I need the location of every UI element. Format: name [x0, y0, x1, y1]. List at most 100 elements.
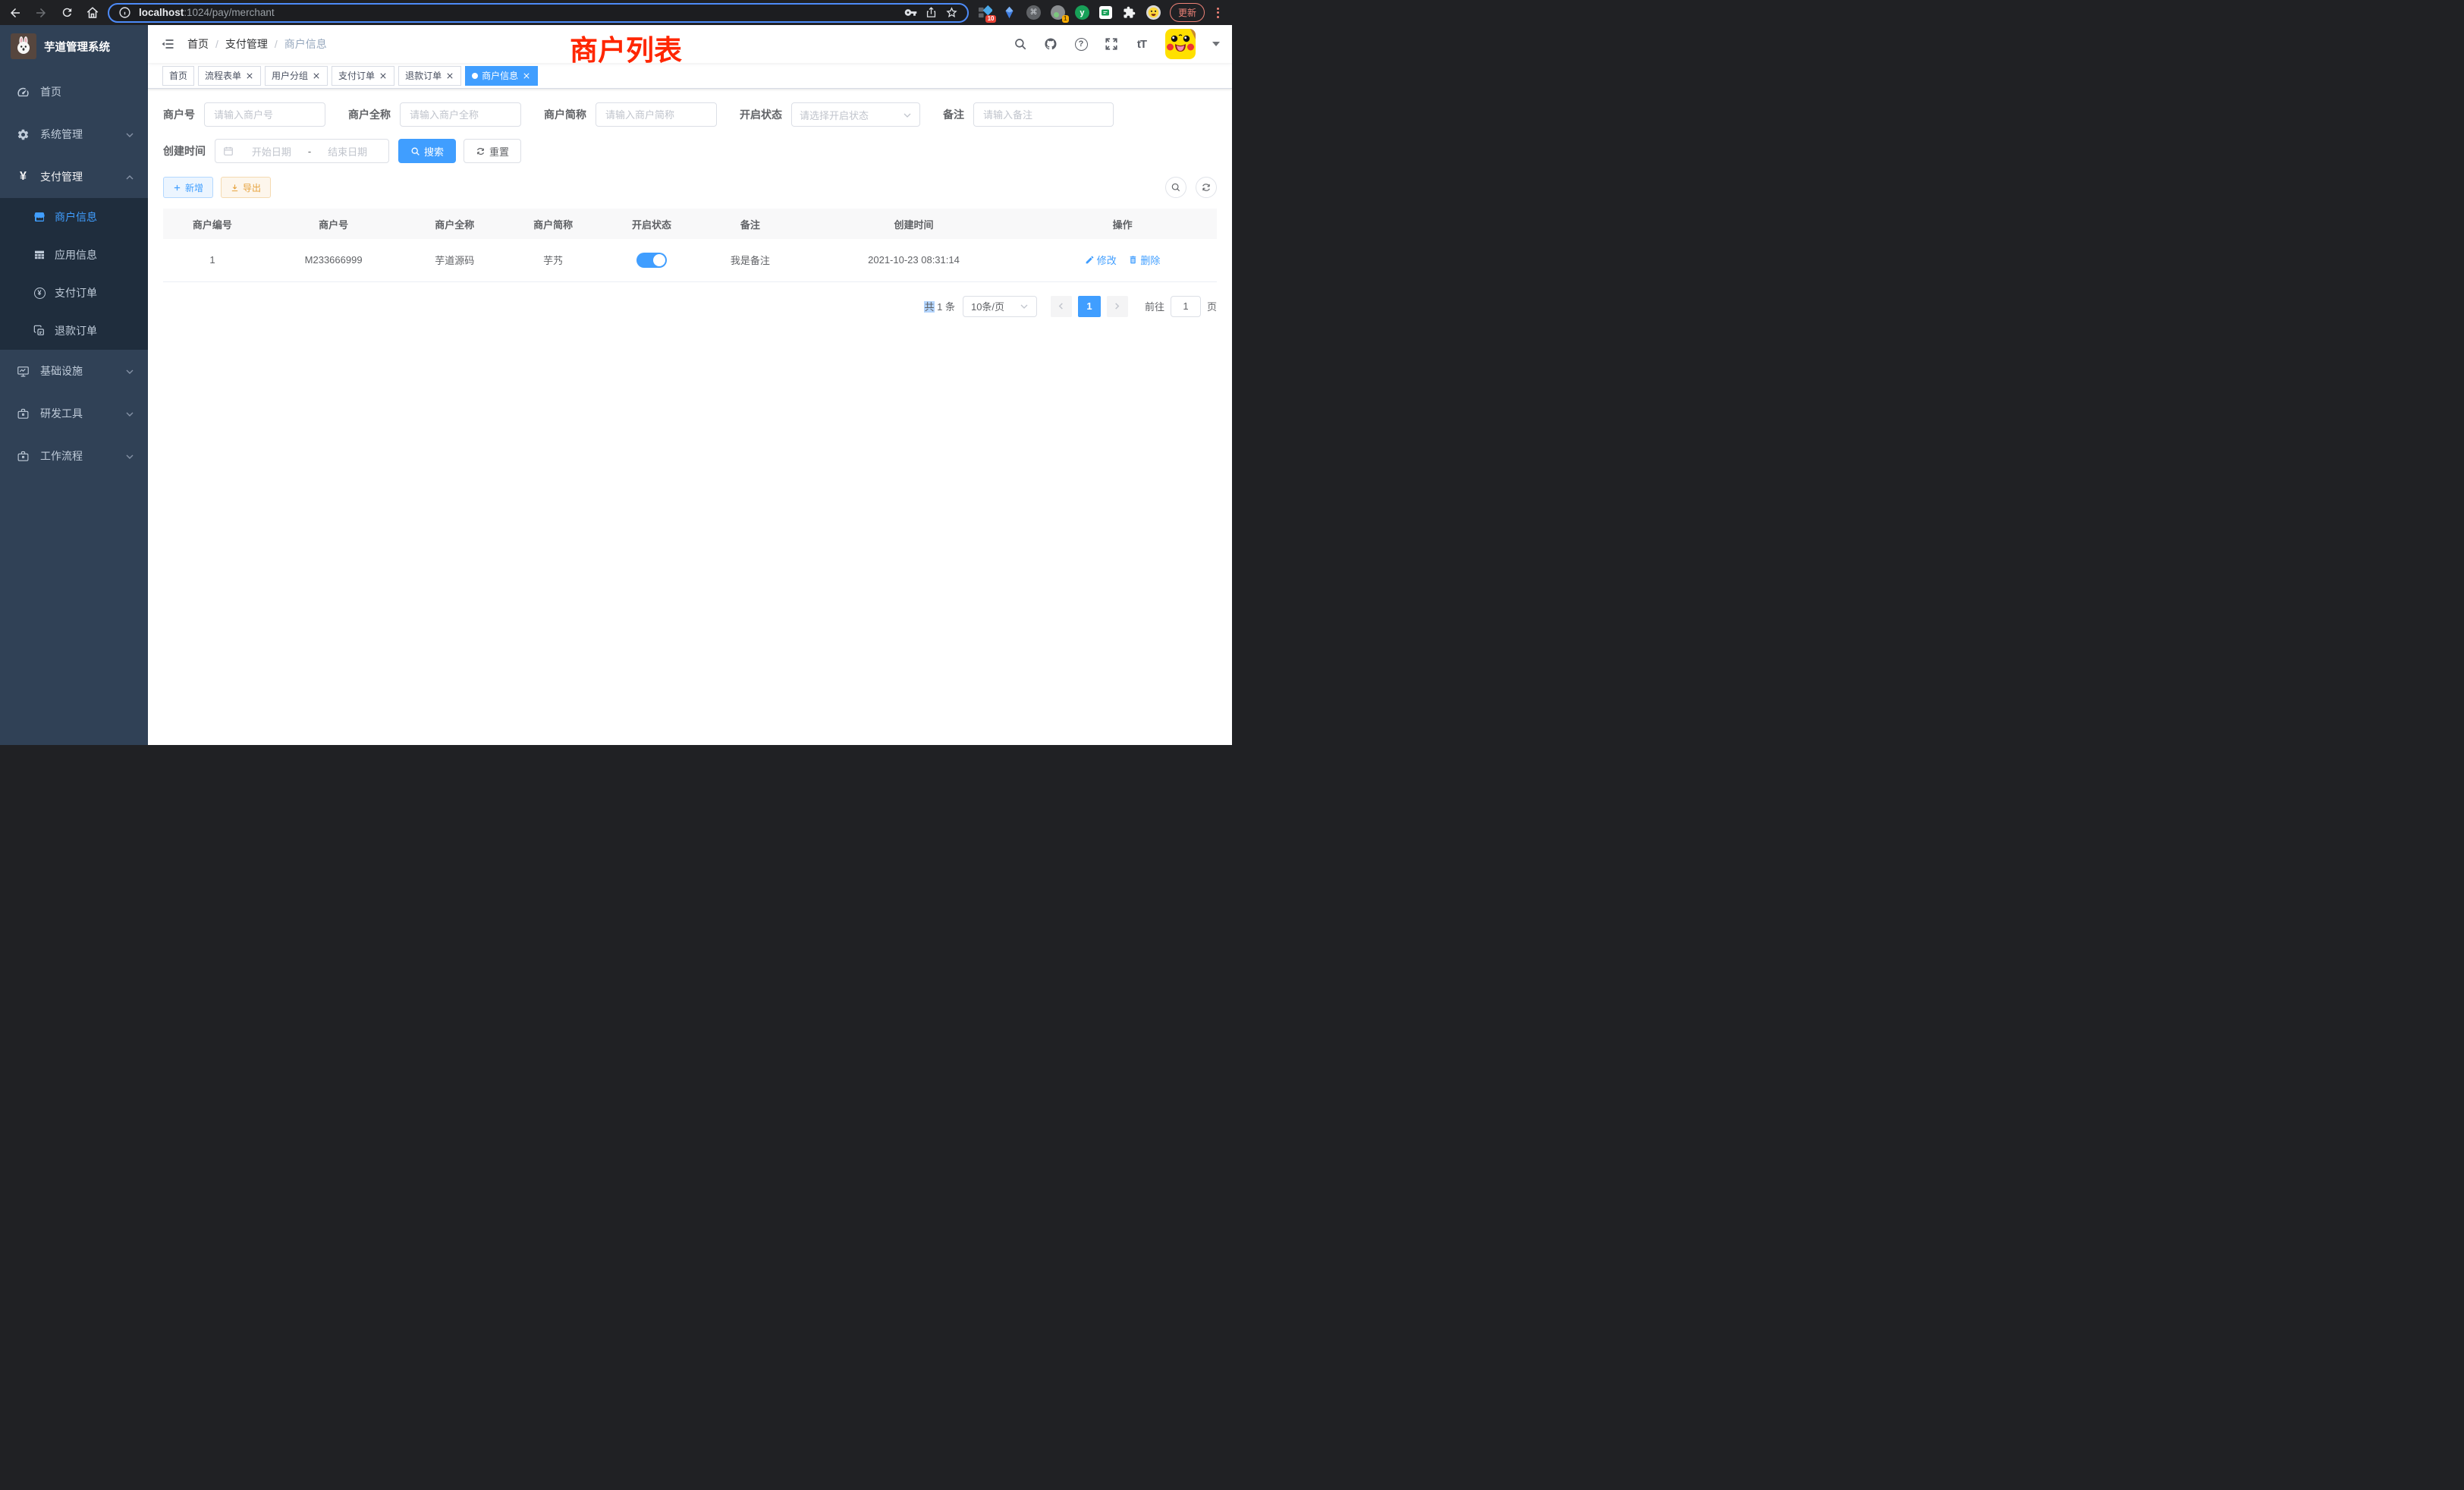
close-icon[interactable]: [312, 71, 321, 80]
cell-merchant-id: 1: [163, 239, 262, 281]
breadcrumb-pay[interactable]: 支付管理: [225, 36, 268, 52]
sidebar-logo-row[interactable]: 芋道管理系统: [0, 25, 148, 68]
back-icon[interactable]: [8, 5, 23, 20]
short-name-label: 商户简称: [544, 107, 586, 122]
sidebar-item-label: 退款订单: [55, 323, 97, 338]
sidebar-item-refund-order[interactable]: 退款订单: [0, 312, 148, 350]
page-size-select[interactable]: 10条/页: [963, 296, 1037, 317]
extension-status-icon[interactable]: 1: [1051, 5, 1065, 20]
goto-label: 前往: [1145, 299, 1164, 313]
page-unit-label: 页: [1207, 299, 1217, 313]
delete-link[interactable]: 删除: [1128, 253, 1160, 267]
col-short-name: 商户简称: [504, 209, 602, 239]
sidebar-item-app-info[interactable]: 应用信息: [0, 236, 148, 274]
sidebar-item-devtool[interactable]: 研发工具: [0, 392, 148, 435]
extension-grid-icon[interactable]: 10: [978, 5, 992, 20]
tab-process-form[interactable]: 流程表单: [198, 66, 261, 86]
breadcrumb-home[interactable]: 首页: [187, 36, 209, 52]
extension-kite-icon[interactable]: [1002, 5, 1017, 20]
address-bar[interactable]: localhost:1024/pay/merchant: [108, 3, 969, 23]
table-header-row: 商户编号 商户号 商户全称 商户简称 开启状态 备注 创建时间 操作: [163, 209, 1217, 239]
fullscreen-icon[interactable]: [1105, 37, 1118, 51]
search-button[interactable]: 搜索: [398, 139, 456, 163]
cell-status: [602, 239, 701, 281]
status-select-placeholder: 请选择开启状态: [800, 108, 903, 122]
reload-icon[interactable]: [59, 5, 74, 20]
browser-menu-icon[interactable]: [1211, 8, 1224, 18]
chevron-down-icon: [125, 130, 134, 139]
cell-full-name: 芋道源码: [405, 239, 504, 281]
sidebar-item-pay-order[interactable]: ¥ 支付订单: [0, 274, 148, 312]
sidebar-item-infra[interactable]: 基础设施: [0, 350, 148, 392]
extensions-puzzle-icon[interactable]: [1122, 5, 1136, 20]
user-avatar[interactable]: [1165, 29, 1196, 59]
tab-home[interactable]: 首页: [162, 66, 194, 86]
help-icon[interactable]: ?: [1074, 37, 1088, 51]
add-button[interactable]: 新增: [163, 177, 213, 198]
dashboard-gauge-icon: [17, 86, 30, 99]
end-date-placeholder[interactable]: 结束日期: [314, 144, 381, 159]
sidebar-item-system[interactable]: 系统管理: [0, 113, 148, 156]
extension-chat-icon[interactable]: [1099, 6, 1112, 19]
sidebar-item-home[interactable]: 首页: [0, 71, 148, 113]
browser-toolbar: localhost:1024/pay/merchant 10 ⌘: [0, 0, 1232, 25]
page-content: 商户号 商户全称 商户简称 开启状态 请选择开启状态: [148, 89, 1232, 317]
full-name-input[interactable]: [400, 102, 521, 127]
sidebar-item-merchant-info[interactable]: 商户信息: [0, 198, 148, 236]
password-key-icon[interactable]: [904, 6, 917, 19]
tab-pay-order[interactable]: 支付订单: [332, 66, 394, 86]
site-info-icon[interactable]: [118, 6, 131, 19]
tab-user-group[interactable]: 用户分组: [265, 66, 328, 86]
share-icon[interactable]: [925, 6, 938, 19]
chrome-update-button[interactable]: 更新: [1170, 3, 1205, 22]
sidebar-item-workflow[interactable]: 工作流程: [0, 435, 148, 477]
sidebar-item-pay[interactable]: ¥ 支付管理: [0, 156, 148, 198]
page-1-button[interactable]: 1: [1078, 296, 1101, 317]
avatar-caret-icon[interactable]: [1212, 42, 1220, 46]
status-label: 开启状态: [740, 107, 782, 122]
active-tab-dot: [472, 73, 478, 79]
github-icon[interactable]: [1044, 37, 1058, 51]
edit-link[interactable]: 修改: [1085, 253, 1117, 267]
status-toggle[interactable]: [636, 253, 667, 268]
col-full-name: 商户全称: [405, 209, 504, 239]
pagination: 共 1 条 10条/页 1 前往: [163, 296, 1217, 317]
close-icon[interactable]: [522, 71, 531, 80]
remark-input[interactable]: [973, 102, 1114, 127]
collapse-sidebar-icon[interactable]: [160, 36, 175, 52]
create-time-range-picker[interactable]: 开始日期 - 结束日期: [215, 139, 389, 163]
grid-table-icon: [33, 249, 46, 261]
col-merchant-no: 商户号: [262, 209, 406, 239]
reset-button[interactable]: 重置: [464, 139, 521, 163]
prev-page-button[interactable]: [1051, 296, 1072, 317]
start-date-placeholder[interactable]: 开始日期: [238, 144, 305, 159]
status-select[interactable]: 请选择开启状态: [791, 102, 920, 127]
close-icon[interactable]: [379, 71, 388, 80]
bookmark-star-icon[interactable]: [945, 6, 958, 19]
filter-row-1: 商户号 商户全称 商户简称 开启状态 请选择开启状态: [163, 102, 1217, 127]
forward-icon[interactable]: [33, 5, 49, 20]
search-icon: [410, 146, 420, 156]
chevron-down-icon: [1020, 302, 1029, 311]
goto-page-input[interactable]: [1171, 296, 1201, 317]
export-button[interactable]: 导出: [221, 177, 271, 198]
header-search-icon[interactable]: [1014, 37, 1027, 51]
close-icon[interactable]: [445, 71, 454, 80]
home-icon[interactable]: [85, 5, 100, 20]
refresh-table-button[interactable]: [1196, 177, 1217, 198]
short-name-input[interactable]: [596, 102, 717, 127]
merchant-no-input[interactable]: [204, 102, 325, 127]
toggle-search-button[interactable]: [1165, 177, 1186, 198]
font-size-icon[interactable]: tT: [1135, 37, 1149, 51]
tab-refund-order[interactable]: 退款订单: [398, 66, 461, 86]
extension-y-icon[interactable]: y: [1075, 5, 1089, 20]
close-icon[interactable]: [245, 71, 254, 80]
cell-remark: 我是备注: [701, 239, 800, 281]
url-text[interactable]: localhost:1024/pay/merchant: [139, 7, 897, 18]
profile-avatar-icon[interactable]: [1146, 5, 1161, 20]
extension-command-icon[interactable]: ⌘: [1026, 5, 1041, 20]
col-actions: 操作: [1028, 209, 1217, 239]
col-remark: 备注: [701, 209, 800, 239]
next-page-button[interactable]: [1107, 296, 1128, 317]
tab-merchant-info[interactable]: 商户信息: [465, 66, 538, 86]
